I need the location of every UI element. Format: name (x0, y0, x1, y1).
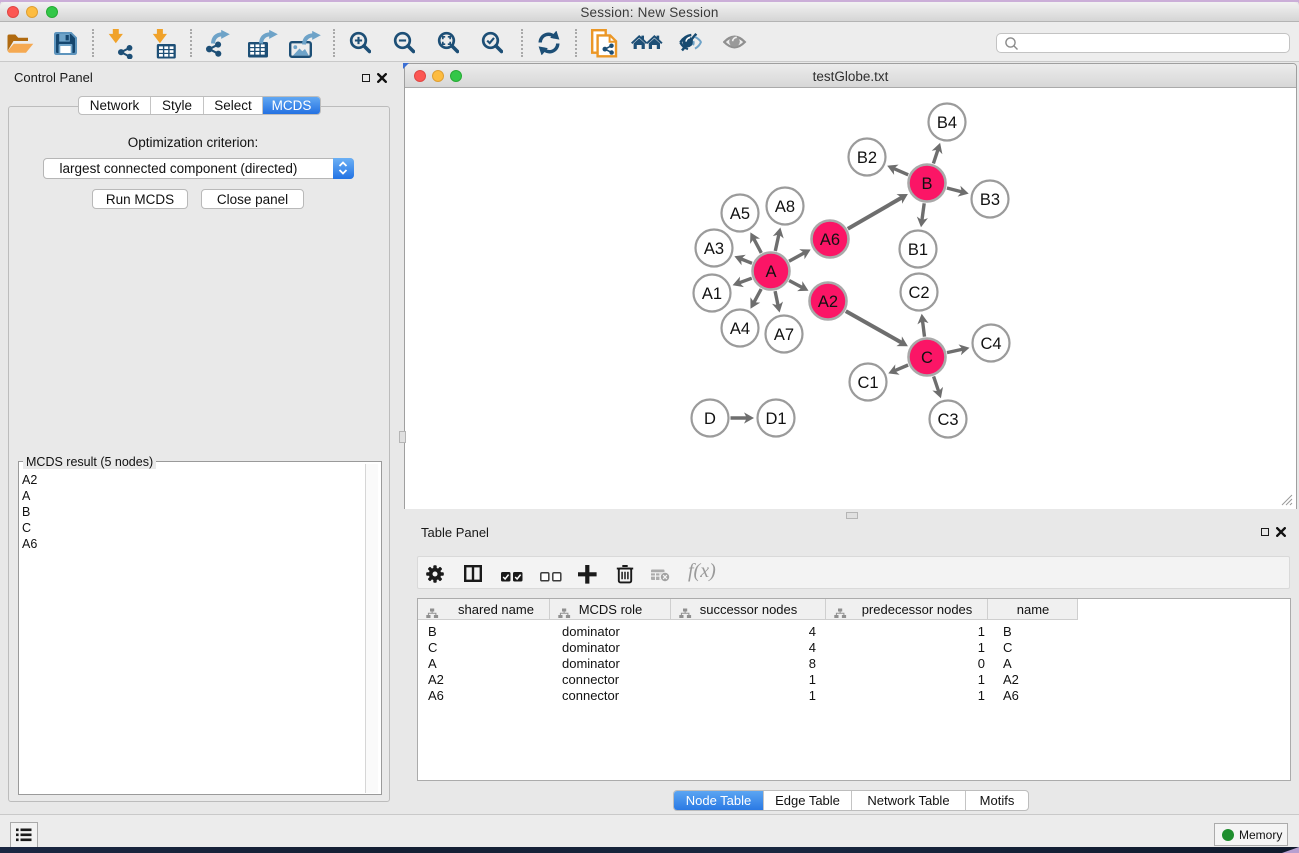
svg-text:B2: B2 (857, 149, 877, 167)
svg-text:C3: C3 (937, 411, 958, 429)
svg-text:D: D (704, 410, 716, 428)
svg-text:A7: A7 (774, 326, 794, 344)
svg-text:A5: A5 (730, 205, 750, 223)
svg-text:A: A (765, 263, 776, 281)
svg-text:A4: A4 (730, 320, 750, 338)
svg-text:B4: B4 (937, 114, 957, 132)
svg-text:A3: A3 (704, 240, 724, 258)
svg-text:C2: C2 (908, 284, 929, 302)
svg-text:D1: D1 (765, 410, 786, 428)
svg-text:A8: A8 (775, 198, 795, 216)
svg-text:B1: B1 (908, 241, 928, 259)
svg-text:C4: C4 (980, 335, 1001, 353)
svg-text:C1: C1 (857, 374, 878, 392)
svg-text:C: C (921, 349, 933, 367)
svg-text:B3: B3 (980, 191, 1000, 209)
svg-text:A2: A2 (818, 293, 838, 311)
svg-text:B: B (921, 175, 932, 193)
svg-text:A1: A1 (702, 285, 722, 303)
svg-text:A6: A6 (820, 231, 840, 249)
